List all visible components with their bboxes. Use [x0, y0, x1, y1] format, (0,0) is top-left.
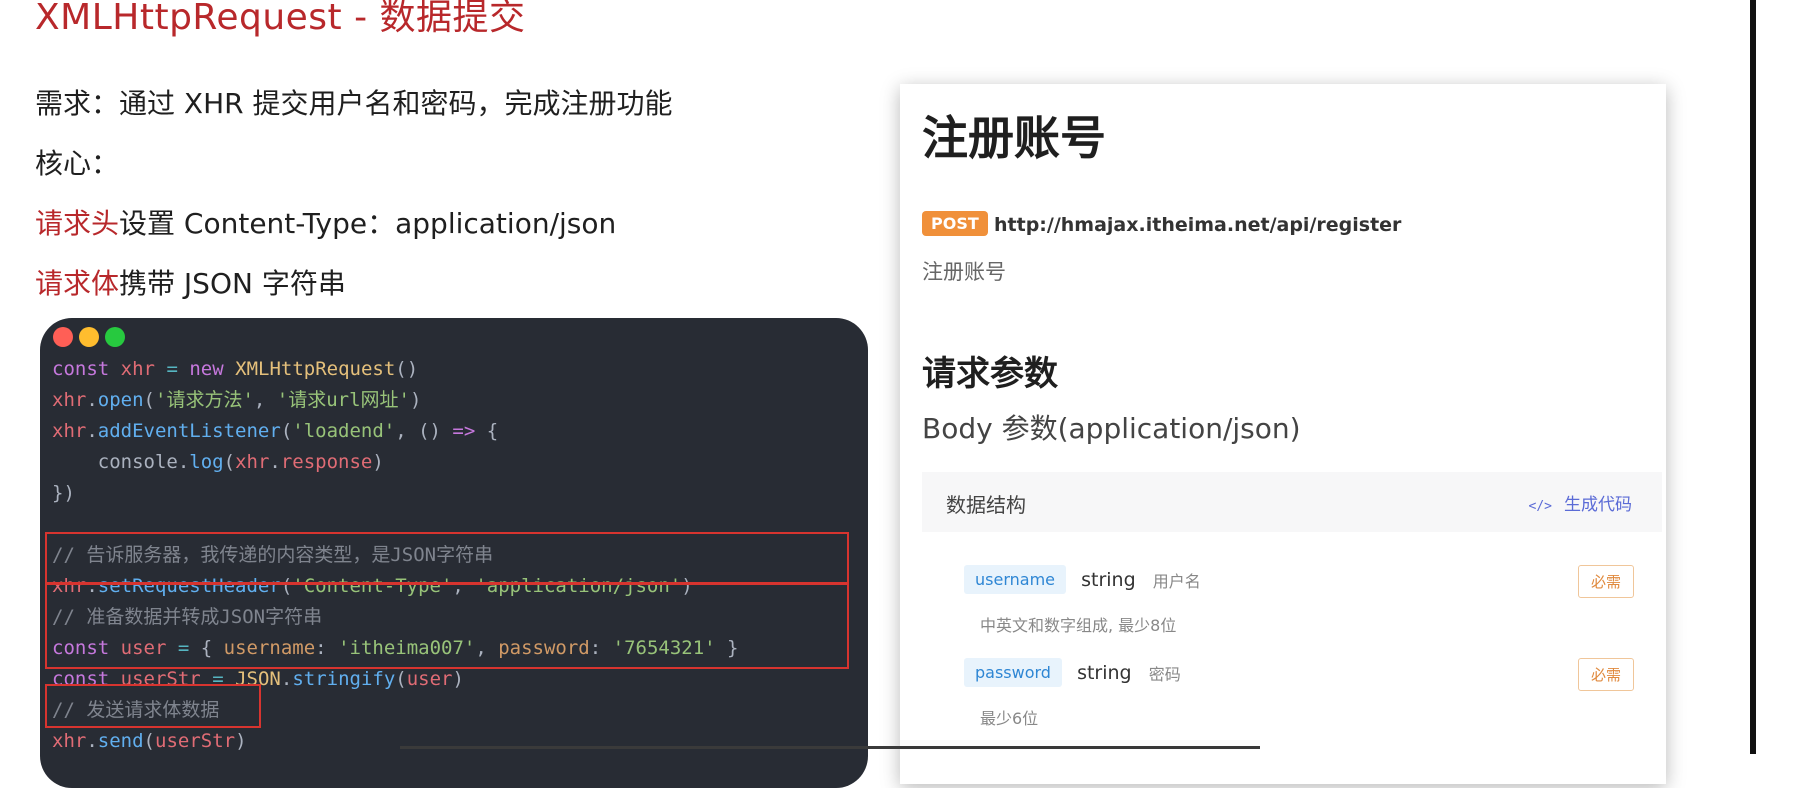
body-params-label: Body 参数(application/json) — [922, 412, 1301, 445]
body-text: 携带 JSON 字符串 — [119, 267, 346, 300]
param-note: 最少6位 — [980, 709, 1039, 728]
slide-title: XMLHttpRequest - 数据提交 — [35, 0, 526, 38]
code-icon: </> — [1528, 499, 1552, 514]
close-dot-icon[interactable] — [53, 327, 73, 347]
api-doc-card: 注册账号 POST http://hmajax.itheima.net/api/… — [900, 84, 1666, 784]
code-line: xhr.open('请求方法', '请求url网址') — [52, 389, 422, 411]
param-name: password — [964, 658, 1062, 687]
generate-code-label: 生成代码 — [1564, 495, 1632, 515]
code-window: const xhr = new XMLHttpRequest() xhr.ope… — [40, 318, 868, 788]
param-desc: 用户名 — [1152, 571, 1201, 591]
request-params-title: 请求参数 — [922, 354, 1058, 394]
body-line: 请求体携带 JSON 字符串 — [35, 262, 346, 302]
minimize-dot-icon[interactable] — [79, 327, 99, 347]
doc-title: 注册账号 — [922, 111, 1106, 165]
right-border — [1750, 0, 1756, 754]
data-highlight-box — [45, 583, 849, 669]
requirement-line: 需求：通过 XHR 提交用户名和密码，完成注册功能 — [35, 87, 673, 120]
code-line: xhr.send(userStr) — [52, 730, 247, 752]
code-line: console.log(xhr.response) — [52, 451, 384, 473]
video-progress-bar[interactable] — [400, 746, 1260, 749]
doc-subtitle: 注册账号 — [922, 260, 1006, 284]
param-desc: 密码 — [1148, 664, 1181, 684]
header-highlight: 请求头 — [35, 207, 120, 240]
endpoint-url[interactable]: http://hmajax.itheima.net/api/register — [994, 214, 1401, 236]
send-highlight-box — [45, 684, 261, 728]
required-badge: 必需 — [1578, 658, 1635, 691]
header-text: 设置 Content-Type：application/json — [119, 207, 617, 240]
window-controls — [53, 327, 125, 347]
core-line: 核心： — [35, 147, 120, 180]
param-note: 中英文和数字组成, 最少8位 — [980, 616, 1177, 635]
method-badge: POST — [922, 211, 988, 236]
param-type: string — [1077, 661, 1132, 684]
param-name: username — [964, 565, 1066, 594]
code-line: xhr.addEventListener('loadend', () => { — [52, 420, 499, 442]
header-highlight-box — [45, 532, 849, 584]
header-line: 请求头设置 Content-Type：application/json — [35, 202, 616, 242]
required-badge: 必需 — [1578, 565, 1635, 598]
body-highlight: 请求体 — [35, 267, 120, 300]
param-row-password: password string 密码 — [964, 658, 1181, 687]
generate-code-button[interactable]: </> 生成代码 — [1529, 490, 1632, 515]
param-type: string — [1081, 568, 1136, 591]
maximize-dot-icon[interactable] — [105, 327, 125, 347]
data-structure-label: 数据结构 — [946, 493, 1026, 517]
code-line: }) — [52, 482, 75, 504]
param-row-username: username string 用户名 — [964, 565, 1201, 594]
data-structure-header: 数据结构 </> 生成代码 — [922, 472, 1662, 532]
code-line: const xhr = new XMLHttpRequest() — [52, 358, 419, 380]
